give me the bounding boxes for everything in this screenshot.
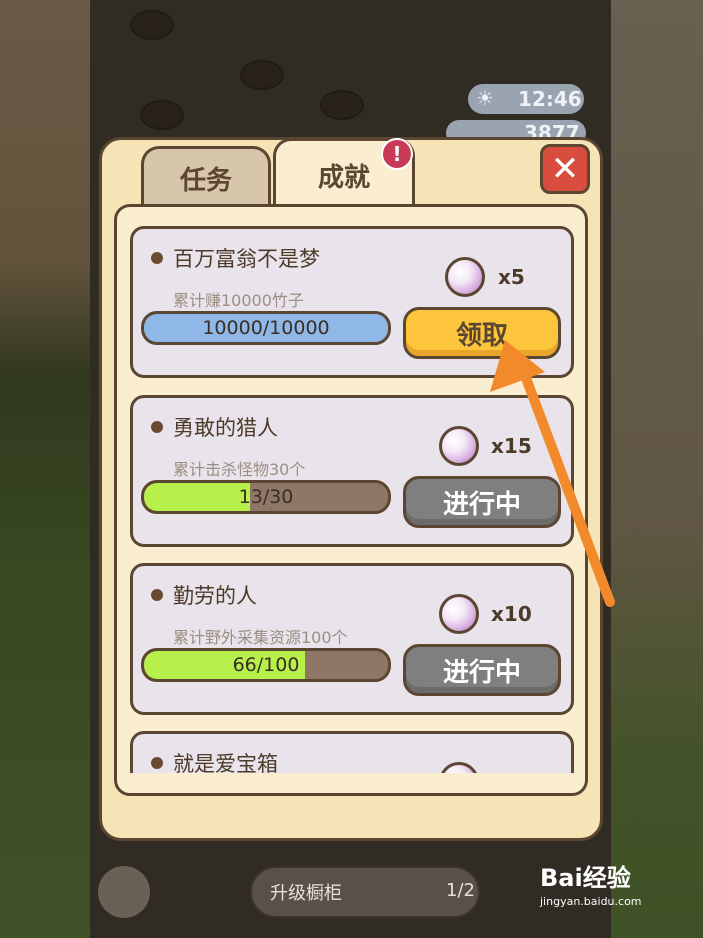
watermark: Bai经验 jingyan.baidu.com [540,858,642,908]
upgrade-count: 1/2 [446,880,475,901]
watermark-brand: Bai经验 [540,864,631,892]
arrow-shaft [515,357,615,607]
watermark-url: jingyan.baidu.com [540,895,642,908]
arrow-head [490,340,545,392]
upgrade-label: 升级橱柜 [270,883,342,904]
pointer-arrow [490,340,615,607]
paw-icon[interactable] [98,866,150,918]
